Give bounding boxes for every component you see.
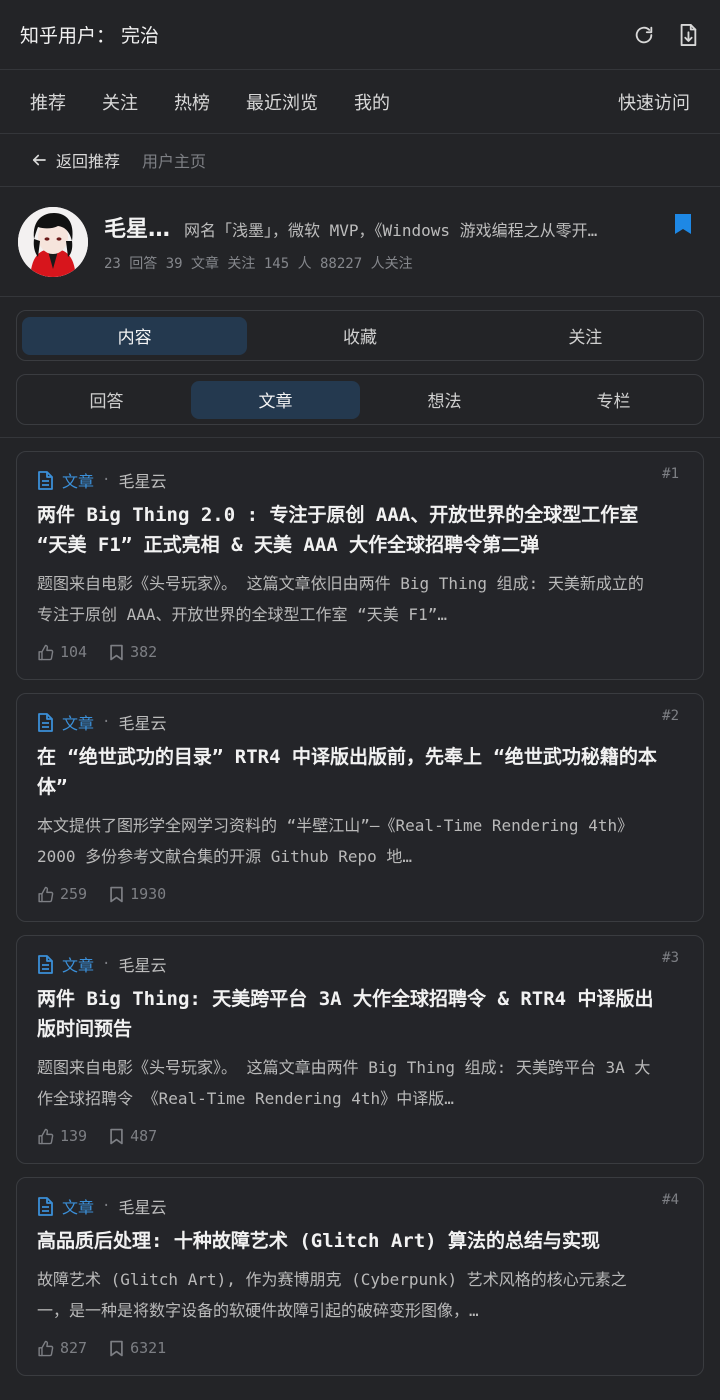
article-author[interactable]: 毛星云 [118,710,166,734]
save-count[interactable]: 487 [109,1127,157,1145]
arrow-left-icon [32,154,46,166]
tab-following[interactable]: 关注 [473,317,698,355]
document-icon [38,470,53,490]
save-count[interactable]: 1930 [109,885,166,903]
document-icon [38,712,53,732]
breadcrumb: 返回推荐 用户主页 [0,134,720,187]
thumbs-up-icon [38,1340,54,1356]
nav-recent[interactable]: 最近浏览 [246,89,318,115]
article-excerpt: 题图来自电影《头号玩家》。 这篇文章依旧由两件 Big Thing 组成: 天美… [37,574,644,624]
save-count[interactable]: 382 [109,643,157,661]
type-tabs: 回答 文章 想法 专栏 [16,374,704,425]
article-title[interactable]: 在 “绝世武功的目录” RTR4 中译版出版前，先奉上 “绝世武功秘籍的本体” [37,742,657,802]
like-value: 259 [60,885,88,903]
tab-thoughts[interactable]: 想法 [360,381,529,419]
save-value: 1930 [130,885,167,903]
meta-dot: · [102,472,111,488]
bookmark-outline-icon [110,1340,123,1356]
content-tabs: 内容 收藏 关注 [16,310,704,361]
thumbs-up-icon [38,886,54,902]
like-count[interactable]: 139 [37,1127,87,1145]
breadcrumb-current: 用户主页 [142,152,207,171]
nav-hot[interactable]: 热榜 [174,89,210,115]
article-tag[interactable]: 文章 [62,468,94,492]
article-tag[interactable]: 文章 [62,1194,94,1218]
tab-articles[interactable]: 文章 [191,380,360,419]
back-button[interactable]: 返回推荐 [30,148,120,172]
article-author[interactable]: 毛星云 [118,468,166,492]
back-label: 返回推荐 [56,152,121,171]
article-tag[interactable]: 文章 [62,952,94,976]
refresh-icon[interactable] [632,23,656,47]
like-count[interactable]: 104 [37,643,87,661]
download-icon[interactable] [676,23,700,47]
nav-tabs: 推荐 关注 热榜 最近浏览 我的 [30,89,390,115]
profile-description: 网名「浅墨」，微软 MVP，《Windows 游戏编程之从零开… [184,220,598,240]
like-value: 104 [60,643,88,661]
bookmark-outline-icon [110,886,123,902]
article-title[interactable]: 两件 Big Thing 2.0 : 专注于原创 AAA、开放世界的全球型工作室… [37,500,657,560]
nav-recommend[interactable]: 推荐 [30,89,66,115]
article-title[interactable]: 高品质后处理: 十种故障艺术 (Glitch Art) 算法的总结与实现 [37,1226,657,1256]
top-actions [632,23,700,47]
document-icon [38,954,53,974]
bookmark-outline-icon [110,1128,123,1144]
save-value: 6321 [130,1339,167,1357]
like-count[interactable]: 827 [37,1339,87,1357]
meta-dot: · [102,956,111,972]
main-nav: 推荐 关注 热榜 最近浏览 我的 快速访问 [0,70,720,134]
tab-collections[interactable]: 收藏 [247,317,472,355]
article-rank: #1 [662,466,679,482]
article-tag[interactable]: 文章 [62,710,94,734]
save-value: 487 [130,1127,158,1145]
like-value: 139 [60,1127,88,1145]
save-value: 382 [130,643,158,661]
tab-columns[interactable]: 专栏 [529,381,698,419]
article-rank: #2 [662,708,679,724]
profile-header: 毛星… 网名「浅墨」，微软 MVP，《Windows 游戏编程之从零开… 23 … [0,187,720,297]
bookmark-icon[interactable] [674,213,692,239]
article-author[interactable]: 毛星云 [118,1194,166,1218]
nav-mine[interactable]: 我的 [354,89,390,115]
tab-content[interactable]: 内容 [22,316,248,355]
like-value: 827 [60,1339,88,1357]
meta-dot: · [102,714,111,730]
article-author[interactable]: 毛星云 [118,952,166,976]
save-count[interactable]: 6321 [109,1339,166,1357]
page-title: 知乎用户： 完治 [20,25,160,47]
document-icon [38,1196,53,1216]
meta-dot: · [102,1198,111,1214]
article-card[interactable]: 文章 · 毛星云 #4 高品质后处理: 十种故障艺术 (Glitch Art) … [16,1177,704,1376]
profile-name: 毛星… [104,216,171,242]
thumbs-up-icon [38,644,54,660]
top-bar: 知乎用户： 完治 [0,0,720,70]
nav-quick-access[interactable]: 快速访问 [618,89,690,115]
thumbs-up-icon [38,1128,54,1144]
article-excerpt: 故障艺术 (Glitch Art), 作为赛博朋克 (Cyberpunk) 艺术… [37,1270,627,1320]
article-rank: #4 [662,1192,679,1208]
bookmark-outline-icon [110,644,123,660]
article-title[interactable]: 两件 Big Thing: 天美跨平台 3A 大作全球招聘令 & RTR4 中译… [37,984,657,1044]
like-count[interactable]: 259 [37,885,87,903]
article-excerpt: 本文提供了图形学全网学习资料的 “半壁江山”—《Real-Time Render… [37,816,634,866]
tab-answers[interactable]: 回答 [22,381,191,419]
article-excerpt: 题图来自电影《头号玩家》。 这篇文章由两件 Big Thing 组成: 天美跨平… [37,1058,651,1108]
article-card[interactable]: 文章 · 毛星云 #1 两件 Big Thing 2.0 : 专注于原创 AAA… [16,451,704,680]
profile-info: 毛星… 网名「浅墨」，微软 MVP，《Windows 游戏编程之从零开… 23 … [104,211,702,273]
article-list: 文章 · 毛星云 #1 两件 Big Thing 2.0 : 专注于原创 AAA… [0,438,720,1376]
profile-stats: 23 回答 39 文章 关注 145 人 88227 人关注 [104,255,413,272]
article-rank: #3 [662,950,679,966]
nav-follow[interactable]: 关注 [102,89,138,115]
article-card[interactable]: 文章 · 毛星云 #2 在 “绝世武功的目录” RTR4 中译版出版前，先奉上 … [16,693,704,922]
article-card[interactable]: 文章 · 毛星云 #3 两件 Big Thing: 天美跨平台 3A 大作全球招… [16,935,704,1164]
avatar[interactable] [18,206,88,277]
